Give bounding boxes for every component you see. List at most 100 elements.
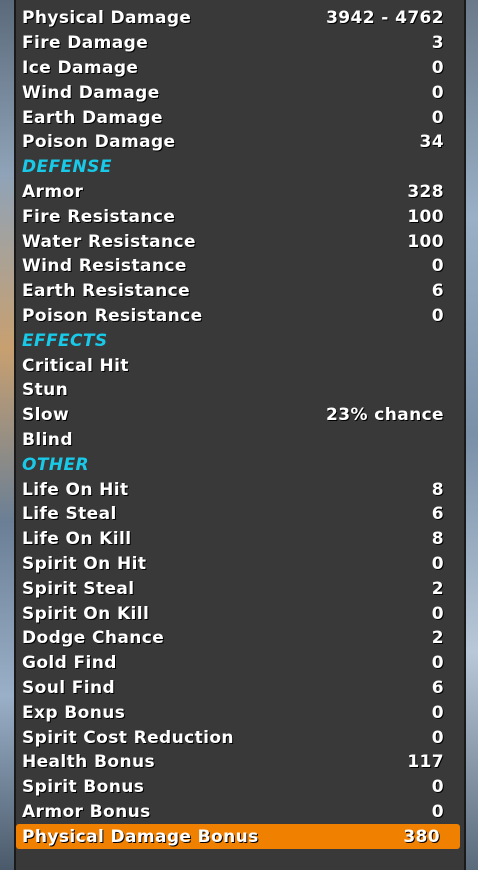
stat-row-life-on-kill[interactable]: Life On Kill 8 [16, 527, 464, 552]
stat-value: 8 [431, 479, 444, 500]
stat-row-gold-find[interactable]: Gold Find 0 [16, 651, 464, 676]
stat-value: 0 [431, 57, 444, 78]
stat-label: Exp Bonus [22, 702, 126, 723]
stat-label: Wind Damage [22, 82, 160, 103]
stat-value: 6 [431, 504, 444, 525]
stat-value: 100 [407, 231, 444, 252]
stat-label: Life On Hit [22, 479, 129, 500]
stat-row-wind-resistance[interactable]: Wind Resistance 0 [16, 254, 464, 279]
stat-label: Fire Damage [22, 33, 149, 54]
stat-row-fire-damage[interactable]: Fire Damage 3 [16, 31, 464, 56]
stat-value: 117 [407, 752, 444, 773]
stat-value: 3 [431, 33, 444, 54]
stat-row-poison-damage[interactable]: Poison Damage 34 [16, 130, 464, 155]
stat-value: 100 [407, 206, 444, 227]
stat-row-exp-bonus[interactable]: Exp Bonus 0 [16, 700, 464, 725]
stat-row-dodge-chance[interactable]: Dodge Chance 2 [16, 626, 464, 651]
stat-row-soul-find[interactable]: Soul Find 6 [16, 676, 464, 701]
stat-value: 34 [419, 132, 444, 153]
stat-row-fire-resistance[interactable]: Fire Resistance 100 [16, 204, 464, 229]
stat-row-blind[interactable]: Blind [16, 428, 464, 453]
stats-list: Physical Damage 3942 - 4762 Fire Damage 3 Ic… [16, 6, 464, 850]
stat-label: Poison Resistance [22, 305, 203, 326]
stat-label: Health Bonus [22, 752, 155, 773]
stat-value: 0 [431, 777, 444, 798]
stat-label: Water Resistance [22, 231, 196, 252]
stat-label: Soul Find [22, 677, 116, 698]
stat-value: 6 [431, 281, 444, 302]
stat-label: Earth Damage [22, 107, 163, 128]
stat-value: 0 [431, 702, 444, 723]
stat-label: Spirit Bonus [22, 777, 145, 798]
stat-label: Physical Damage [22, 8, 192, 29]
stat-row-spirit-on-kill[interactable]: Spirit On Kill 0 [16, 601, 464, 626]
stat-value: 0 [431, 82, 444, 103]
stat-row-stun[interactable]: Stun [16, 378, 464, 403]
stat-row-armor-bonus[interactable]: Armor Bonus 0 [16, 800, 464, 825]
stat-value: 0 [431, 727, 444, 748]
stat-label: Dodge Chance [22, 628, 165, 649]
stat-label: Spirit Cost Reduction [22, 727, 234, 748]
stat-label: Spirit Steal [22, 578, 135, 599]
stat-label: Poison Damage [22, 132, 176, 153]
stat-value: 0 [431, 256, 444, 277]
stat-label: Spirit On Kill [22, 603, 150, 624]
stat-row-health-bonus[interactable]: Health Bonus 117 [16, 750, 464, 775]
section-header-defense: DEFENSE [16, 155, 464, 180]
stat-row-earth-resistance[interactable]: Earth Resistance 6 [16, 279, 464, 304]
stat-value: 380 [403, 826, 440, 847]
stat-label: Wind Resistance [22, 256, 187, 277]
stat-row-wind-damage[interactable]: Wind Damage 0 [16, 80, 464, 105]
stat-value: 23% chance [326, 405, 444, 426]
stat-value: 8 [431, 529, 444, 550]
stat-value: 0 [431, 107, 444, 128]
stat-row-spirit-bonus[interactable]: Spirit Bonus 0 [16, 775, 464, 800]
stat-row-slow[interactable]: Slow 23% chance [16, 403, 464, 428]
stat-label: Spirit On Hit [22, 553, 147, 574]
stat-value: 6 [431, 677, 444, 698]
stat-label: Physical Damage Bonus [22, 826, 259, 847]
background-art-left [0, 0, 14, 870]
stat-label: Armor Bonus [22, 801, 151, 822]
stat-value: 0 [431, 603, 444, 624]
stat-row-critical-hit[interactable]: Critical Hit [16, 353, 464, 378]
section-title: DEFENSE [22, 157, 112, 178]
stat-label: Life On Kill [22, 529, 132, 550]
stat-label: Fire Resistance [22, 206, 176, 227]
stat-label: Blind [22, 429, 73, 450]
stat-value: 0 [431, 305, 444, 326]
stat-label: Critical Hit [22, 355, 129, 376]
stat-label: Earth Resistance [22, 281, 191, 302]
stat-row-armor[interactable]: Armor 328 [16, 180, 464, 205]
stat-value: 0 [431, 801, 444, 822]
stat-value: 3942 - 4762 [326, 8, 444, 29]
background-art-right [464, 0, 478, 870]
stat-row-life-steal[interactable]: Life Steal 6 [16, 502, 464, 527]
stat-value: 328 [407, 181, 444, 202]
section-header-other: OTHER [16, 452, 464, 477]
stat-value: 0 [431, 653, 444, 674]
stat-value: 2 [431, 628, 444, 649]
stat-row-poison-resistance[interactable]: Poison Resistance 0 [16, 304, 464, 329]
stat-value: 0 [431, 553, 444, 574]
stat-row-earth-damage[interactable]: Earth Damage 0 [16, 105, 464, 130]
stat-label: Slow [22, 405, 70, 426]
stat-row-spirit-on-hit[interactable]: Spirit On Hit 0 [16, 552, 464, 577]
stat-label: Armor [22, 181, 84, 202]
stat-label: Stun [22, 380, 69, 401]
stat-label: Ice Damage [22, 57, 139, 78]
stat-value: 2 [431, 578, 444, 599]
stat-row-physical-damage-bonus[interactable]: Physical Damage Bonus 380 [16, 824, 460, 850]
section-header-effects: EFFECTS [16, 328, 464, 353]
stat-label: Gold Find [22, 653, 117, 674]
stat-row-water-resistance[interactable]: Water Resistance 100 [16, 229, 464, 254]
stat-label: Life Steal [22, 504, 117, 525]
stat-row-ice-damage[interactable]: Ice Damage 0 [16, 56, 464, 81]
section-title: EFFECTS [22, 330, 108, 351]
stat-row-spirit-steal[interactable]: Spirit Steal 2 [16, 576, 464, 601]
stats-panel[interactable]: Physical Damage 3942 - 4762 Fire Damage 3 Ic… [14, 0, 466, 870]
stat-row-life-on-hit[interactable]: Life On Hit 8 [16, 477, 464, 502]
stat-row-spirit-cost-reduction[interactable]: Spirit Cost Reduction 0 [16, 725, 464, 750]
section-title: OTHER [22, 454, 89, 475]
stat-row-physical-damage[interactable]: Physical Damage 3942 - 4762 [16, 6, 464, 31]
